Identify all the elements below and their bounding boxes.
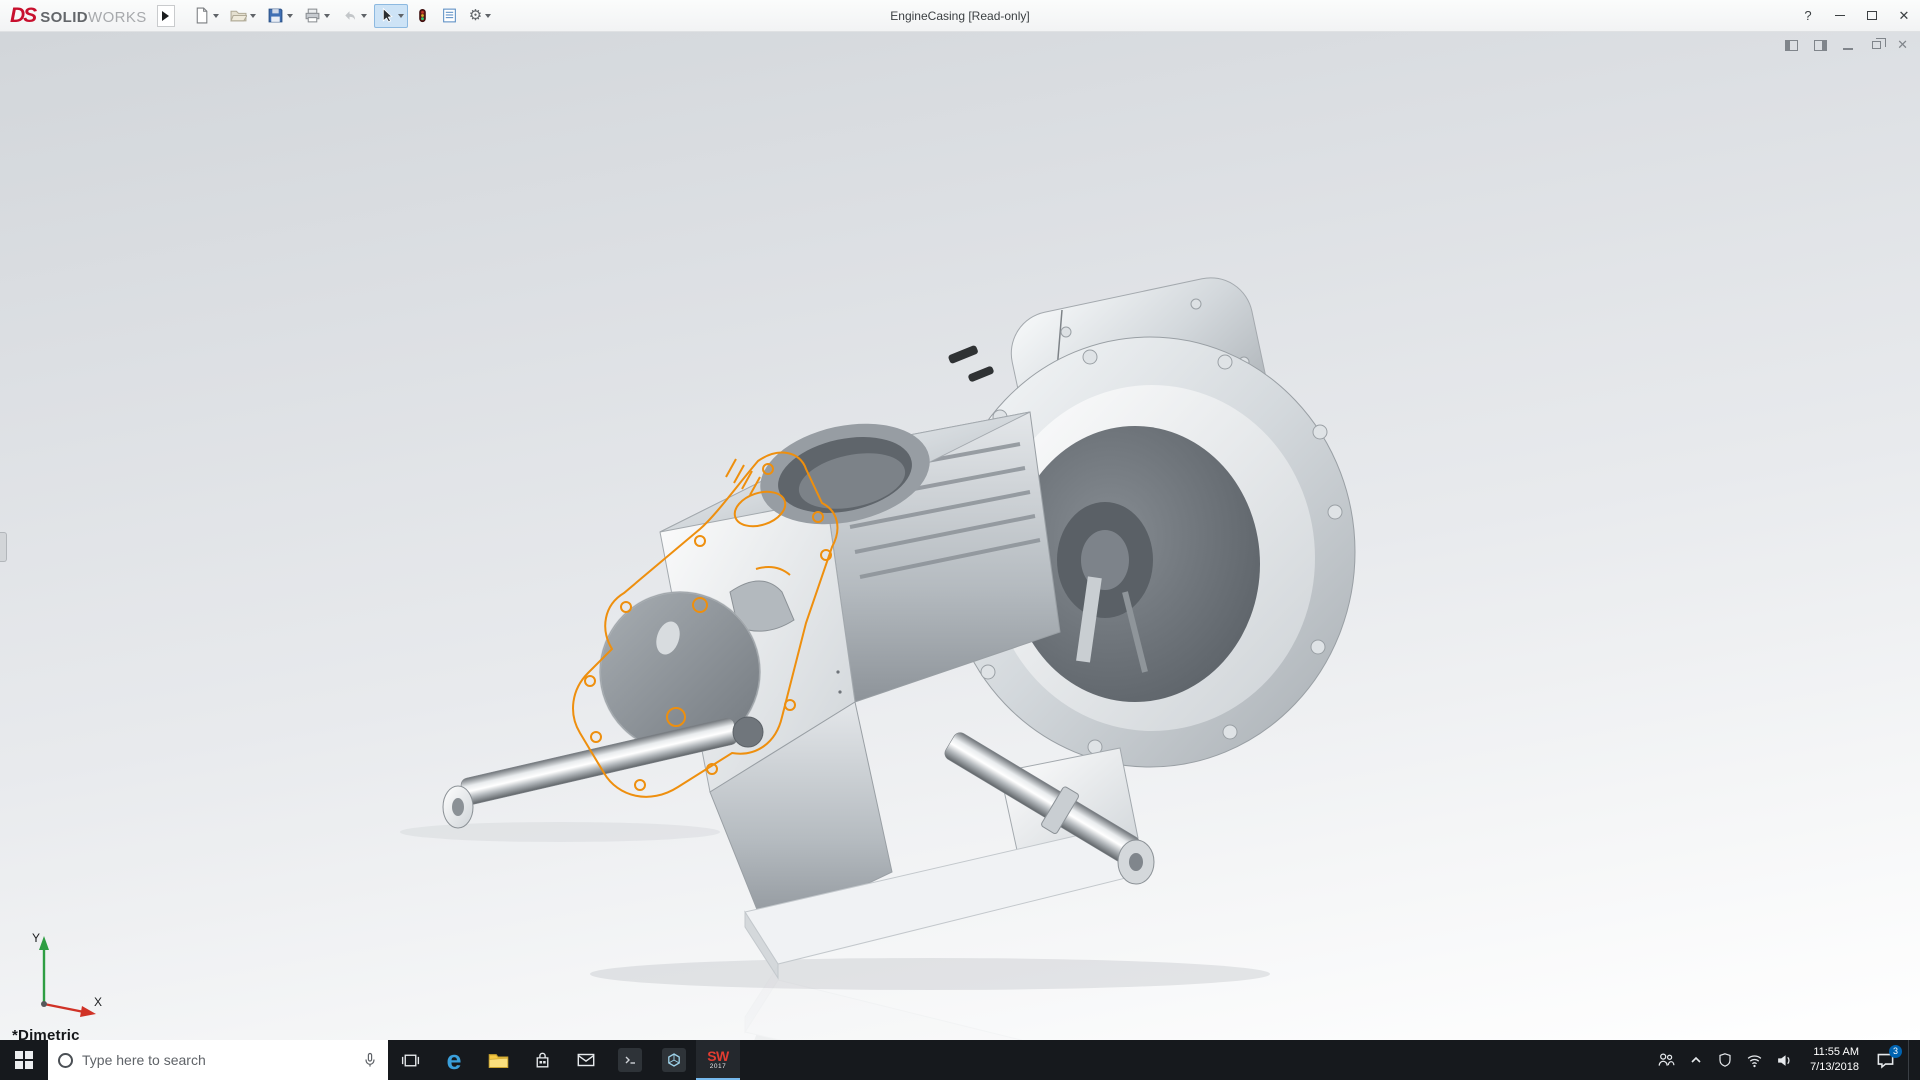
taskbar-store-button[interactable] bbox=[520, 1040, 564, 1080]
close-icon: ✕ bbox=[1899, 8, 1910, 24]
new-document-icon bbox=[193, 7, 210, 24]
volume-icon[interactable] bbox=[1776, 1052, 1793, 1069]
flyout-arrow-icon bbox=[162, 11, 169, 21]
view-orientation-label: *Dimetric bbox=[12, 1027, 80, 1040]
triad-y-label: Y bbox=[32, 931, 40, 945]
clock-date: 7/13/2018 bbox=[1810, 1060, 1859, 1075]
edrawings-icon bbox=[662, 1048, 686, 1072]
file-properties-button[interactable] bbox=[437, 4, 462, 28]
action-center-button[interactable]: 3 bbox=[1876, 1051, 1895, 1070]
rebuild-button[interactable] bbox=[411, 4, 434, 28]
options-gear-icon: ⚙ bbox=[469, 8, 482, 23]
taskbar-clock[interactable]: 11:55 AM 7/13/2018 bbox=[1806, 1045, 1863, 1076]
pane-left-icon[interactable] bbox=[1785, 40, 1798, 51]
rebuild-icon bbox=[415, 7, 430, 24]
document-title: EngineCasing [Read-only] bbox=[890, 9, 1029, 23]
minimize-icon bbox=[1835, 15, 1845, 17]
open-button[interactable] bbox=[226, 4, 260, 28]
notification-badge: 3 bbox=[1889, 1045, 1902, 1058]
solidworks-year: 2017 bbox=[710, 1064, 726, 1071]
show-desktop-button[interactable] bbox=[1908, 1040, 1916, 1080]
store-icon bbox=[532, 1050, 553, 1071]
clock-time: 11:55 AM bbox=[1813, 1045, 1859, 1060]
ds-logo-icon: DS bbox=[10, 4, 35, 28]
orientation-triad-icon: Y X bbox=[14, 922, 106, 1018]
brand-text-bold: SOLID bbox=[40, 9, 88, 26]
undo-icon bbox=[341, 7, 358, 24]
help-icon: ? bbox=[1804, 8, 1811, 23]
new-document-button[interactable] bbox=[189, 4, 223, 28]
floor-shadow bbox=[400, 822, 720, 842]
file-explorer-icon bbox=[487, 1049, 510, 1072]
chevron-down-icon[interactable] bbox=[213, 14, 219, 18]
microphone-icon[interactable] bbox=[362, 1052, 378, 1068]
console-icon bbox=[618, 1048, 642, 1072]
doc-minimize-button[interactable] bbox=[1843, 48, 1853, 50]
pane-right-icon[interactable] bbox=[1814, 40, 1827, 51]
solidworks-icon: SW 2017 bbox=[707, 1049, 729, 1071]
graphics-viewport[interactable]: Y X *Dimetric bbox=[0, 32, 1920, 1040]
window-controls: ? ✕ bbox=[1792, 0, 1920, 31]
title-bar: DS SOLID WORKS bbox=[0, 0, 1920, 32]
taskbar-edge-button[interactable]: e bbox=[432, 1040, 476, 1080]
network-icon[interactable] bbox=[1746, 1052, 1763, 1069]
taskbar-mail-button[interactable] bbox=[564, 1040, 608, 1080]
search-input[interactable] bbox=[82, 1052, 353, 1068]
undo-button[interactable] bbox=[337, 4, 371, 28]
windows-taskbar: e SW 2017 bbox=[0, 1040, 1920, 1080]
doc-restore-button[interactable] bbox=[1872, 41, 1881, 49]
system-tray: 11:55 AM 7/13/2018 3 bbox=[1657, 1040, 1920, 1080]
chevron-down-icon[interactable] bbox=[287, 14, 293, 18]
chevron-up-icon[interactable] bbox=[1688, 1052, 1704, 1068]
maximize-icon bbox=[1867, 11, 1877, 20]
taskbar-search[interactable] bbox=[48, 1040, 388, 1080]
start-button[interactable] bbox=[0, 1040, 48, 1080]
open-icon bbox=[230, 7, 247, 24]
brand-text-light: WORKS bbox=[88, 9, 147, 26]
file-properties-icon bbox=[441, 7, 458, 24]
doc-close-button[interactable]: ✕ bbox=[1897, 37, 1908, 53]
maximize-button[interactable] bbox=[1856, 0, 1888, 31]
cortana-icon bbox=[58, 1053, 73, 1068]
select-button[interactable] bbox=[374, 4, 408, 28]
select-cursor-icon bbox=[378, 7, 395, 24]
help-button[interactable]: ? bbox=[1792, 0, 1824, 31]
chevron-down-icon[interactable] bbox=[250, 14, 256, 18]
save-button[interactable] bbox=[263, 4, 297, 28]
taskbar-console-button[interactable] bbox=[608, 1040, 652, 1080]
engine-casing-model[interactable] bbox=[443, 270, 1355, 978]
quick-access-toolbar: ⚙ bbox=[189, 4, 495, 28]
edge-icon: e bbox=[446, 1047, 461, 1074]
mail-icon bbox=[575, 1049, 597, 1071]
solidworks-letters: SW bbox=[707, 1049, 729, 1063]
print-button[interactable] bbox=[300, 4, 334, 28]
people-icon[interactable] bbox=[1657, 1051, 1675, 1069]
print-icon bbox=[304, 7, 321, 24]
shield-icon[interactable] bbox=[1717, 1052, 1733, 1068]
close-button[interactable]: ✕ bbox=[1888, 0, 1920, 31]
chevron-down-icon[interactable] bbox=[398, 14, 404, 18]
task-view-icon bbox=[400, 1050, 421, 1071]
taskbar-file-explorer-button[interactable] bbox=[476, 1040, 520, 1080]
task-view-button[interactable] bbox=[388, 1040, 432, 1080]
save-icon bbox=[267, 7, 284, 24]
options-button[interactable]: ⚙ bbox=[465, 4, 495, 28]
minimize-button[interactable] bbox=[1824, 0, 1856, 31]
taskbar-edrawings-button[interactable] bbox=[652, 1040, 696, 1080]
taskbar-solidworks-button[interactable]: SW 2017 bbox=[696, 1040, 740, 1080]
featuremanager-collapsed-tab[interactable] bbox=[0, 532, 7, 562]
chevron-down-icon[interactable] bbox=[361, 14, 367, 18]
windows-logo-icon bbox=[15, 1051, 33, 1069]
document-window-controls: ✕ bbox=[1785, 37, 1908, 53]
triad-x-label: X bbox=[94, 995, 102, 1009]
solidworks-logo: DS SOLID WORKS bbox=[10, 4, 147, 28]
floor-shadow bbox=[590, 958, 1270, 990]
chevron-down-icon[interactable] bbox=[324, 14, 330, 18]
menu-flyout-button[interactable] bbox=[157, 5, 175, 27]
chevron-down-icon[interactable] bbox=[485, 14, 491, 18]
